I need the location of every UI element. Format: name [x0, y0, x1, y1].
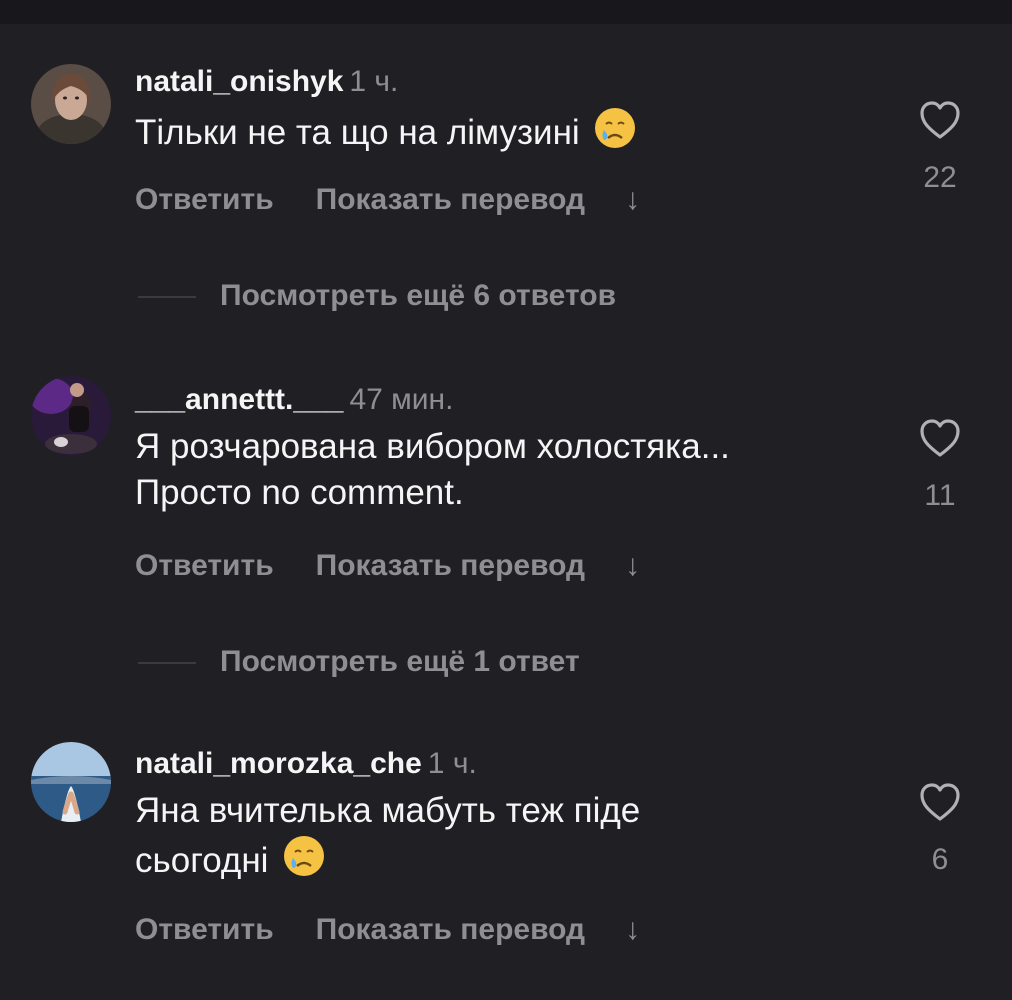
avatar[interactable]: [31, 376, 111, 456]
heart-icon[interactable]: [910, 100, 970, 140]
comment-actions: Ответить Показать перевод ↓: [135, 548, 640, 584]
comment-header: natali_morozka_che 1 ч.: [135, 746, 477, 782]
heart-icon[interactable]: [910, 782, 970, 822]
crying-face-icon: [593, 106, 637, 162]
comment-text-line: Яна вчителька мабуть теж піде: [135, 791, 641, 830]
comment-text: Тільки не та що на лімузині: [135, 106, 895, 162]
like-control: 22: [910, 100, 970, 196]
comment-text-content: сьогодні: [135, 841, 269, 880]
comment-text-line: Я розчарована вибором холостяка...: [135, 427, 730, 466]
comment-text: Я розчарована вибором холостяка... Прост…: [135, 424, 895, 516]
like-count: 22: [923, 161, 957, 194]
like-control: 6: [910, 782, 970, 878]
like-control: 11: [910, 418, 970, 514]
divider: [138, 662, 196, 665]
username[interactable]: natali_onishyk: [135, 65, 343, 98]
avatar[interactable]: [31, 742, 111, 822]
comment-text-line: Просто no comment.: [135, 473, 464, 512]
timestamp: 1 ч.: [427, 747, 477, 780]
show-translation-button[interactable]: Показать перевод: [316, 183, 585, 216]
view-more-replies-label: Посмотреть ещё 1 ответ: [220, 645, 580, 678]
show-translation-button[interactable]: Показать перевод: [316, 913, 585, 946]
comment-header: natali_onishyk 1 ч.: [135, 64, 398, 100]
reply-button[interactable]: Ответить: [135, 549, 274, 582]
crying-face-icon: [282, 834, 326, 890]
timestamp: 47 мин.: [349, 383, 454, 416]
reply-button[interactable]: Ответить: [135, 183, 274, 216]
username[interactable]: natali_morozka_che: [135, 747, 422, 780]
timestamp: 1 ч.: [349, 65, 399, 98]
comment-text-line-2: сьогодні: [135, 834, 895, 890]
view-more-replies-button[interactable]: Посмотреть ещё 1 ответ: [138, 644, 580, 680]
top-bar: [0, 0, 1012, 24]
like-count: 11: [924, 479, 956, 512]
show-translation-button[interactable]: Показать перевод: [316, 549, 585, 582]
comment-actions: Ответить Показать перевод ↓: [135, 912, 640, 948]
comment-header: ___annettt.___ 47 мин.: [135, 382, 453, 418]
arrow-down-icon[interactable]: ↓: [625, 549, 640, 582]
avatar[interactable]: [31, 64, 111, 144]
divider: [138, 296, 196, 299]
comment-text: Яна вчителька мабуть теж піде сьогодні: [135, 788, 895, 890]
heart-icon[interactable]: [910, 418, 970, 458]
comment-actions: Ответить Показать перевод ↓: [135, 182, 640, 218]
arrow-down-icon[interactable]: ↓: [625, 183, 640, 216]
view-more-replies-button[interactable]: Посмотреть ещё 6 ответов: [138, 278, 616, 314]
reply-button[interactable]: Ответить: [135, 913, 274, 946]
view-more-replies-label: Посмотреть ещё 6 ответов: [220, 279, 617, 312]
arrow-down-icon[interactable]: ↓: [625, 913, 640, 946]
username[interactable]: ___annettt.___: [135, 383, 343, 416]
like-count: 6: [931, 843, 949, 876]
comment-text-content: Тільки не та що на лімузині: [135, 113, 580, 152]
